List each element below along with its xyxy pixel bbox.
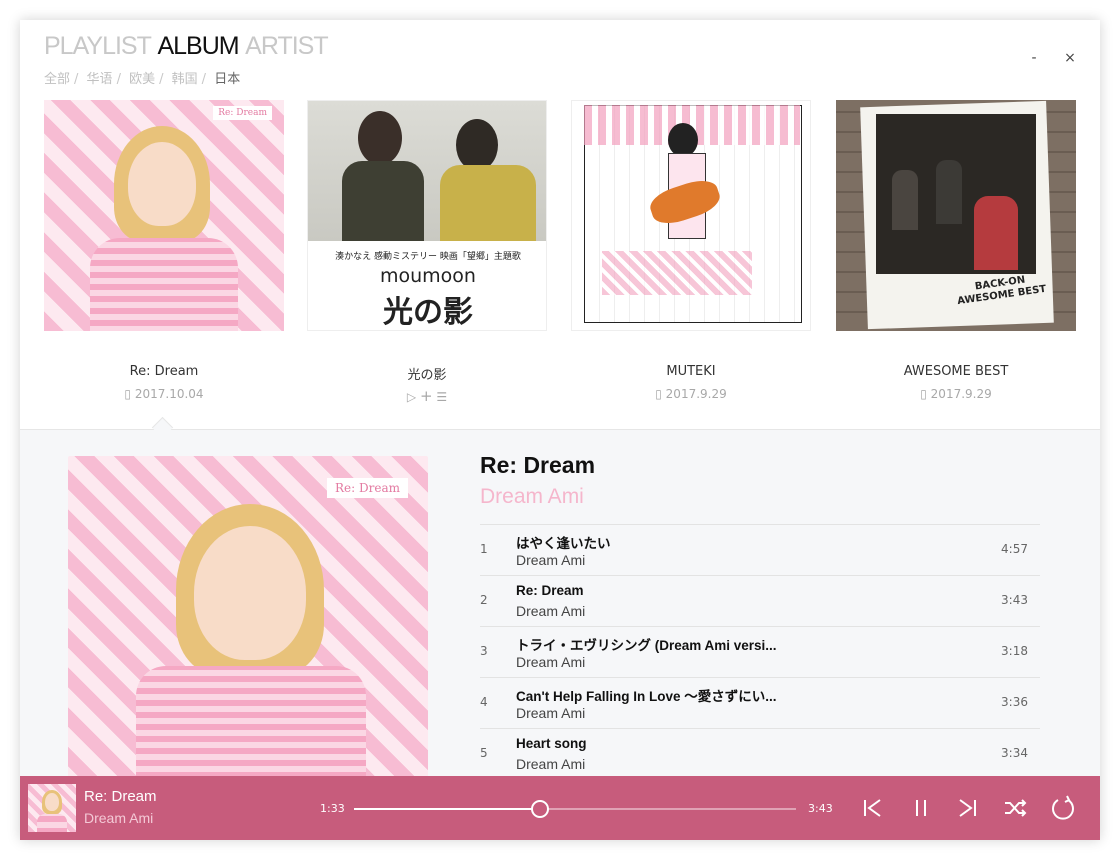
pause-icon [916, 800, 926, 816]
track-artist: Dream Ami [516, 654, 586, 670]
track-duration: 3:36 [1001, 695, 1028, 709]
album-actions: ▷ + ☰ [307, 387, 547, 405]
seek-handle[interactable] [530, 800, 549, 818]
album-title[interactable]: Re: Dream [44, 364, 284, 379]
cover-caption: 湊かなえ 感動ミステリー 映画「望郷」主題歌 [335, 252, 521, 262]
album-card-1[interactable]: Re: Dream Re: Dream ▯ 2017.10.04 [44, 100, 284, 401]
cover-stamp: Re: Dream [213, 106, 272, 120]
tab-album[interactable]: ALBUM [157, 32, 239, 60]
region-filter: 全部 / 华语 / 欧美 / 韩国 / 日本 [44, 72, 241, 87]
player-bar: Re: Dream Dream Ami 1:33 3:43 [20, 776, 1100, 840]
next-button[interactable] [952, 793, 982, 823]
album-date: ▯ 2017.10.04 [124, 387, 204, 401]
track-number: 1 [480, 542, 488, 556]
album-cover[interactable]: Re: Dream [44, 100, 284, 331]
track-duration: 3:43 [1001, 593, 1028, 607]
track-row[interactable]: 2 Re: Dream Dream Ami 3:43 [480, 575, 1040, 626]
album-date: ▯ 2017.9.29 [920, 387, 992, 401]
total-time: 3:43 [808, 802, 833, 815]
track-number: 3 [480, 644, 488, 658]
previous-button[interactable] [858, 793, 888, 823]
track-row[interactable]: 5 Heart song Dream Ami 3:34 [480, 728, 1040, 779]
cover-stamp: Re: Dream [327, 478, 408, 498]
calendar-icon: ▯ [124, 387, 132, 401]
shuffle-icon [1005, 799, 1027, 817]
pause-button[interactable] [906, 793, 936, 823]
filter-chinese[interactable]: 华语 [87, 72, 113, 87]
section-divider [20, 429, 1100, 430]
add-icon[interactable]: + [420, 387, 433, 405]
track-name: トライ・エヴリシング (Dream Ami versi... [516, 638, 777, 653]
album-cover[interactable]: 湊かなえ 感動ミステリー 映画「望郷」主題歌 moumoon 光の影 [307, 100, 547, 331]
now-playing-title: Re: Dream [84, 788, 157, 805]
filter-korean[interactable]: 韩国 [172, 72, 198, 87]
track-name: Re: Dream [516, 583, 584, 598]
skip-forward-icon [959, 799, 976, 817]
repeat-button[interactable] [1048, 793, 1078, 823]
album-card-3[interactable]: MUTEKI ▯ 2017.9.29 [571, 100, 811, 401]
track-artist: Dream Ami [516, 756, 586, 772]
album-title[interactable]: AWESOME BEST [836, 364, 1076, 379]
track-name: はやく逢いたい [516, 536, 611, 551]
minimize-button[interactable]: - [1024, 50, 1044, 66]
track-number: 2 [480, 593, 488, 607]
filter-western[interactable]: 欧美 [129, 72, 155, 87]
album-cover[interactable]: BACK-ON AWESOME BEST [836, 100, 1076, 331]
shuffle-button[interactable] [1000, 793, 1030, 823]
main-nav: PLAYLIST ALBUM ARTIST [44, 32, 330, 61]
seek-bar-fill [354, 808, 540, 810]
track-duration: 3:18 [1001, 644, 1028, 658]
tab-artist[interactable]: ARTIST [245, 32, 328, 60]
track-duration: 3:34 [1001, 746, 1028, 760]
cover-artist: moumoon [380, 265, 476, 287]
filter-all[interactable]: 全部 [44, 72, 70, 87]
track-number: 5 [480, 746, 488, 760]
cover-title: 光の影 [383, 295, 473, 330]
calendar-icon: ▯ [655, 387, 662, 401]
detail-cover: Re: Dream [68, 456, 428, 806]
list-icon[interactable]: ☰ [436, 390, 447, 404]
filter-japanese[interactable]: 日本 [214, 72, 240, 87]
track-name: Heart song [516, 736, 587, 751]
app-window: PLAYLIST ALBUM ARTIST 全部 / 华语 / 欧美 / 韩国 / 日本… [20, 20, 1100, 840]
track-number: 4 [480, 695, 488, 709]
seek-bar[interactable] [354, 800, 796, 818]
track-row[interactable]: 1 はやく逢いたい Dream Ami 4:57 [480, 524, 1040, 575]
track-name: Can't Help Falling In Love ～愛さずにい... [516, 689, 777, 704]
elapsed-time: 1:33 [320, 802, 345, 815]
now-playing-artist: Dream Ami [84, 810, 154, 826]
track-duration: 4:57 [1001, 542, 1028, 556]
track-artist: Dream Ami [516, 705, 586, 721]
track-artist: Dream Ami [516, 603, 586, 619]
album-cover[interactable] [571, 100, 811, 331]
track-row[interactable]: 3 トライ・エヴリシング (Dream Ami versi... Dream A… [480, 626, 1040, 677]
track-row[interactable]: 4 Can't Help Falling In Love ～愛さずにい... D… [480, 677, 1040, 728]
album-title[interactable]: 光の影 [307, 364, 547, 383]
album-card-4[interactable]: BACK-ON AWESOME BEST AWESOME BEST ▯ 2017… [836, 100, 1076, 401]
track-artist: Dream Ami [516, 552, 586, 568]
album-card-2[interactable]: 湊かなえ 感動ミステリー 映画「望郷」主題歌 moumoon 光の影 光の影 ▷… [307, 100, 547, 405]
close-button[interactable]: × [1060, 50, 1080, 66]
repeat-icon [1052, 795, 1074, 820]
calendar-icon: ▯ [920, 387, 927, 401]
detail-artist[interactable]: Dream Ami [480, 485, 584, 509]
skip-back-icon [864, 799, 881, 817]
album-date: ▯ 2017.9.29 [655, 387, 727, 401]
play-icon[interactable]: ▷ [407, 390, 416, 404]
tab-playlist[interactable]: PLAYLIST [44, 32, 152, 60]
now-playing-cover[interactable] [28, 784, 76, 832]
album-title[interactable]: MUTEKI [571, 364, 811, 379]
detail-title: Re: Dream [480, 452, 596, 478]
